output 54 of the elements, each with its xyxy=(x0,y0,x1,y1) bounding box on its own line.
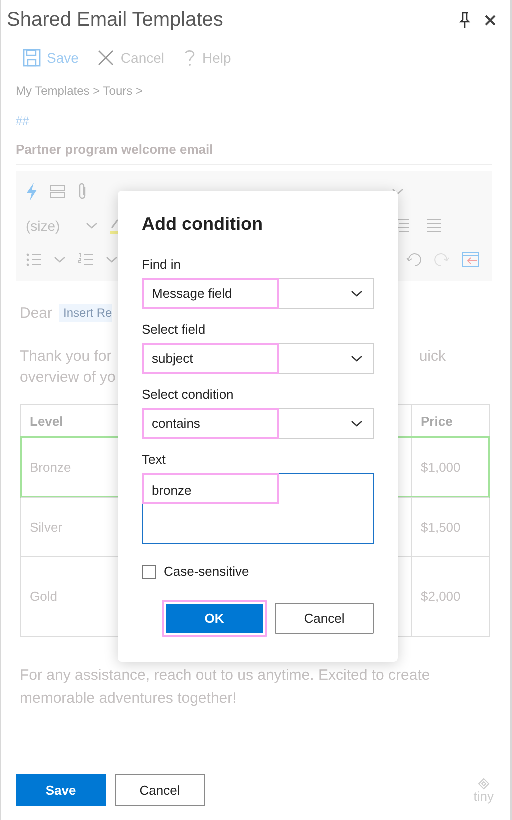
checkbox-label: Case-sensitive xyxy=(164,564,250,579)
chevron-down-icon[interactable] xyxy=(106,256,118,264)
table-cell: Gold xyxy=(30,589,58,604)
breadcrumb[interactable]: My Templates > Tours > xyxy=(16,84,143,98)
table-cell: $2,000 xyxy=(421,589,461,604)
column-header: Price xyxy=(421,414,453,428)
lightning-icon[interactable] xyxy=(26,183,38,201)
field-label: Find in xyxy=(142,257,182,273)
table-cell: Silver xyxy=(30,520,63,534)
dialog-title: Add condition xyxy=(142,213,264,236)
cancel-button[interactable]: Cancel xyxy=(275,603,374,634)
close-icon xyxy=(96,49,115,67)
save-button[interactable]: Save xyxy=(16,774,106,806)
rows-icon[interactable] xyxy=(50,184,66,200)
chevron-down-icon[interactable] xyxy=(392,188,404,196)
chevron-down-icon xyxy=(351,420,363,428)
chevron-down-icon xyxy=(351,290,363,298)
dropdown-field[interactable]: contains xyxy=(142,408,374,439)
close-icon[interactable] xyxy=(485,14,496,26)
macro-tag[interactable]: Insert Re xyxy=(58,304,112,322)
column-header: Level xyxy=(30,414,64,428)
closing-paragraph: For any assistance, reach out to us anytime. Excited to create memorable adventures together! xyxy=(20,666,432,709)
justify-icon[interactable] xyxy=(426,219,442,233)
field-label: Select condition xyxy=(142,387,235,403)
chevron-down-icon[interactable] xyxy=(86,222,98,230)
paperclip-icon[interactable] xyxy=(78,183,88,201)
body-text: overview of yo xyxy=(20,368,116,388)
checkbox[interactable] xyxy=(142,564,156,578)
numbered-list-icon[interactable] xyxy=(78,253,94,267)
table-cell: $1,500 xyxy=(421,520,461,534)
dropdown-field[interactable]: subject xyxy=(142,343,374,374)
hash-mark: ## xyxy=(16,114,30,128)
body-text: uick xyxy=(419,347,446,367)
redo-icon[interactable] xyxy=(434,253,450,267)
table-cell: Bronze xyxy=(30,460,72,475)
cancel-button[interactable]: Cancel xyxy=(115,774,205,806)
body-text: Thank you for xyxy=(20,347,112,367)
field-label: Text xyxy=(142,452,167,468)
ok-button[interactable]: OK xyxy=(162,600,267,637)
save-icon xyxy=(23,49,41,67)
field-label: Select field xyxy=(142,322,207,338)
window-title: Shared Email Templates xyxy=(7,8,224,32)
text-area[interactable]: bronze xyxy=(142,473,374,544)
bullet-list-icon[interactable] xyxy=(26,253,42,267)
chevron-down-icon[interactable] xyxy=(54,256,66,264)
pin-icon[interactable] xyxy=(459,12,471,28)
exit-panel-icon[interactable] xyxy=(462,252,480,268)
undo-icon[interactable] xyxy=(406,253,422,267)
help-icon xyxy=(182,48,197,68)
dropdown-field[interactable]: Message field xyxy=(142,278,374,309)
table-cell: $1,000 xyxy=(421,460,461,475)
diamond-icon xyxy=(478,778,490,790)
chevron-down-icon xyxy=(351,355,363,363)
greeting-text: Dear xyxy=(20,304,53,322)
